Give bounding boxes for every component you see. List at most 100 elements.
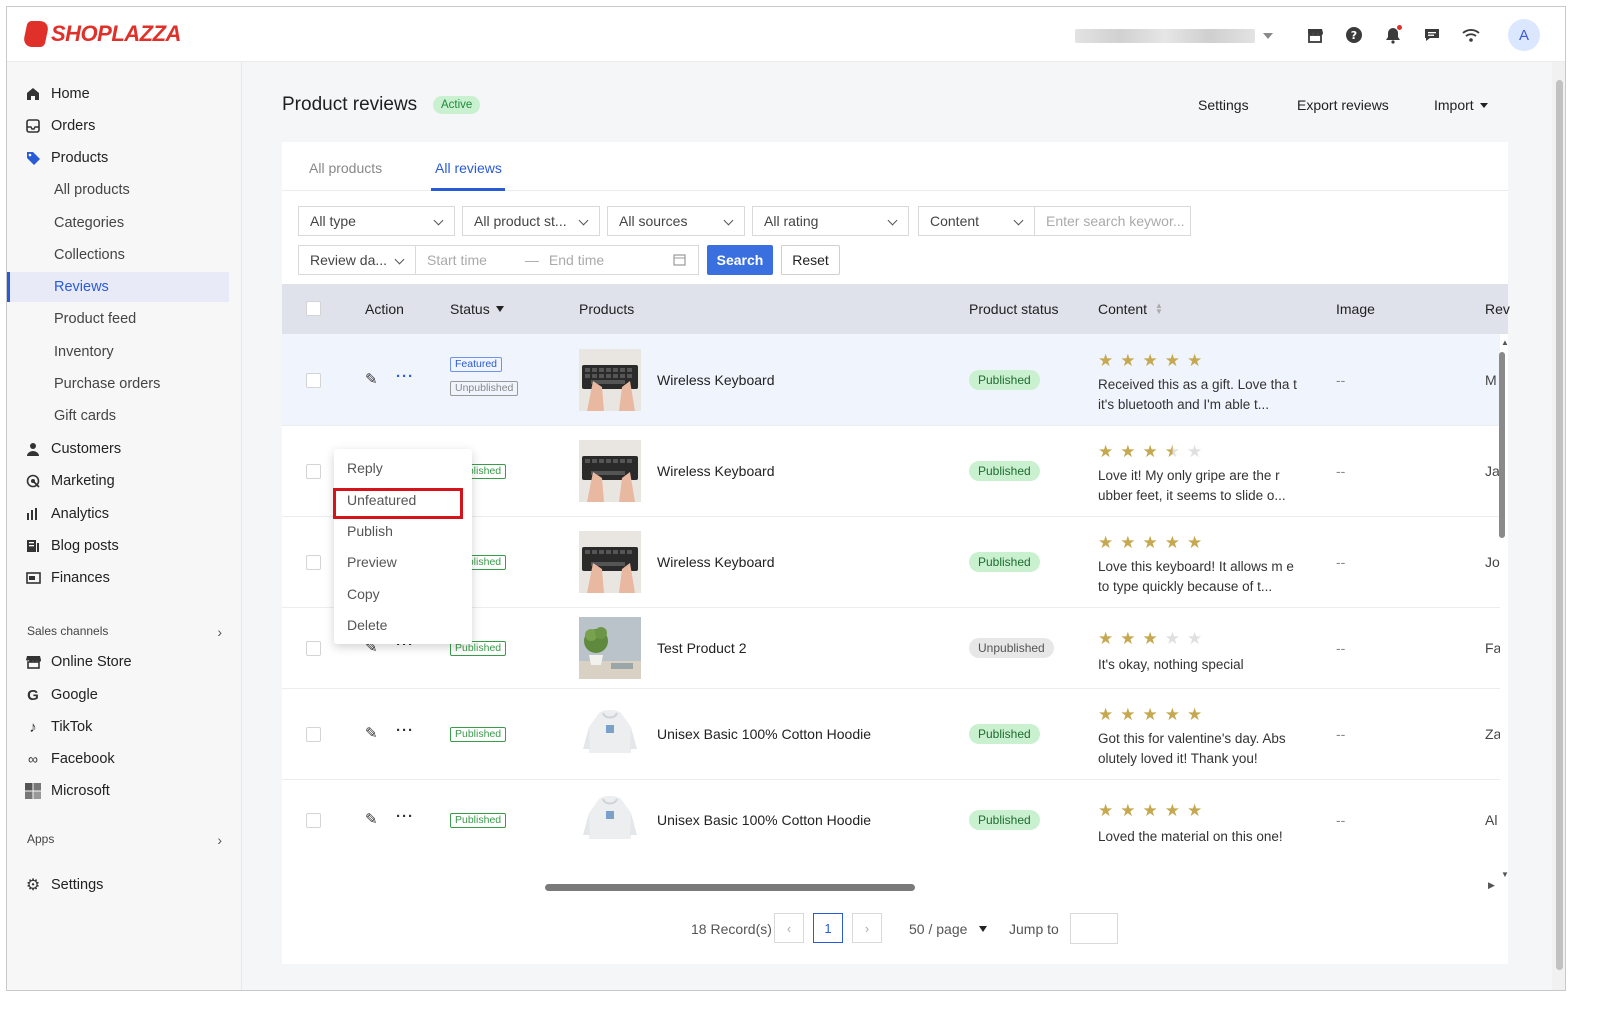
start-time-input[interactable]: Start time: [427, 252, 487, 268]
sidebar-item-products[interactable]: Products: [7, 143, 229, 173]
rating-filter[interactable]: All rating: [752, 206, 909, 236]
sidebar-item-label: Facebook: [51, 751, 115, 767]
menu-item-preview[interactable]: Preview: [347, 554, 397, 570]
menu-item-copy[interactable]: Copy: [347, 586, 380, 602]
product-name[interactable]: Wireless Keyboard: [657, 554, 775, 570]
sidebar-item-categories[interactable]: Categories: [7, 208, 229, 238]
row-checkbox[interactable]: [306, 727, 321, 742]
page-title: Product reviews: [282, 94, 418, 115]
product-status-badge: Published: [969, 810, 1040, 830]
product-status-filter[interactable]: All product st...: [462, 206, 600, 236]
sidebar-item-all-products[interactable]: All products: [7, 175, 229, 205]
end-time-input[interactable]: End time: [549, 252, 604, 268]
page-scrollbar[interactable]: [1552, 62, 1565, 990]
sales-channels-header[interactable]: Sales channels ›: [27, 624, 222, 640]
page-size-select[interactable]: 50 / page: [909, 921, 988, 937]
sources-filter[interactable]: All sources: [607, 206, 745, 236]
settings-button[interactable]: Settings: [1198, 97, 1249, 113]
sidebar-item-blog-posts[interactable]: Blog posts: [7, 531, 229, 561]
sidebar-item-online-store[interactable]: Online Store: [7, 647, 229, 677]
sidebar-item-customers[interactable]: Customers: [7, 434, 229, 464]
import-button[interactable]: Import: [1434, 97, 1488, 113]
product-name[interactable]: Unisex Basic 100% Cotton Hoodie: [657, 726, 871, 742]
review-date-value: Review da...: [310, 252, 388, 268]
sidebar-item-analytics[interactable]: Analytics: [7, 499, 229, 529]
scroll-up-arrow-icon[interactable]: ▲: [1501, 338, 1509, 347]
row-checkbox[interactable]: [306, 641, 321, 656]
import-label: Import: [1434, 97, 1474, 113]
sidebar-item-inventory[interactable]: Inventory: [7, 337, 229, 367]
menu-item-publish[interactable]: Publish: [347, 523, 393, 539]
sidebar-item-microsoft[interactable]: Microsoft: [7, 776, 229, 806]
store-icon[interactable]: [1303, 23, 1327, 47]
sidebar-item-collections[interactable]: Collections: [7, 240, 229, 270]
export-reviews-button[interactable]: Export reviews: [1297, 97, 1389, 113]
sidebar-item-orders[interactable]: Orders: [7, 111, 229, 141]
help-icon[interactable]: ?: [1342, 23, 1366, 47]
sidebar-item-finances[interactable]: Finances: [7, 563, 229, 593]
sidebar-item-label: Home: [51, 86, 90, 102]
column-content[interactable]: Content ▲ ▼: [1098, 301, 1163, 317]
edit-pencil-icon[interactable]: ✎: [365, 810, 378, 828]
more-actions-icon[interactable]: ···: [396, 808, 414, 825]
select-all-checkbox[interactable]: [306, 301, 321, 316]
sidebar-item-reviews[interactable]: Reviews: [7, 272, 229, 302]
vertical-scrollbar[interactable]: [1499, 352, 1505, 538]
chat-icon[interactable]: [1420, 23, 1444, 47]
sidebar-item-marketing[interactable]: Marketing: [7, 466, 229, 496]
column-status[interactable]: Status: [450, 301, 504, 317]
row-checkbox[interactable]: [306, 555, 321, 570]
scroll-right-arrow-icon[interactable]: ▶: [1488, 880, 1495, 891]
more-actions-icon[interactable]: ···: [396, 722, 414, 739]
product-name[interactable]: Test Product 2: [657, 640, 747, 656]
sidebar-item-home[interactable]: Home: [7, 79, 229, 109]
sidebar-item-tiktok[interactable]: ♪ TikTok: [7, 712, 229, 742]
tab-all-products[interactable]: All products: [309, 160, 382, 176]
bell-icon[interactable]: [1381, 23, 1405, 47]
row-checkbox[interactable]: [306, 464, 321, 479]
column-content-label: Content: [1098, 301, 1148, 317]
product-name[interactable]: Wireless Keyboard: [657, 463, 775, 479]
shoplazza-logo[interactable]: SHOPLAZZA: [22, 21, 181, 47]
reset-button[interactable]: Reset: [781, 245, 840, 275]
scroll-down-arrow-icon[interactable]: ▼: [1501, 870, 1509, 879]
table-row: ✎ ··· Published Unisex Basic 100% Cotton…: [282, 780, 1500, 861]
search-input[interactable]: Enter search keywor...: [1034, 206, 1191, 236]
page-scrollbar-thumb[interactable]: [1556, 80, 1563, 970]
menu-item-reply[interactable]: Reply: [347, 460, 383, 476]
review-date-select[interactable]: Review da...: [298, 245, 416, 275]
row-checkbox[interactable]: [306, 373, 321, 388]
content-field-select[interactable]: Content: [918, 206, 1035, 236]
tab-all-reviews[interactable]: All reviews: [435, 160, 502, 176]
edit-pencil-icon[interactable]: ✎: [365, 724, 378, 742]
logo-mark-icon: [22, 21, 50, 47]
next-page-button[interactable]: ›: [852, 913, 882, 943]
apps-header[interactable]: Apps ›: [27, 832, 222, 848]
sidebar-item-settings[interactable]: ⚙ Settings: [7, 870, 229, 900]
date-range-picker[interactable]: Start time — End time: [415, 245, 699, 275]
wifi-icon[interactable]: [1459, 23, 1483, 47]
horizontal-scrollbar[interactable]: [545, 884, 915, 891]
edit-pencil-icon[interactable]: ✎: [365, 370, 378, 388]
row-checkbox[interactable]: [306, 813, 321, 828]
prev-page-button[interactable]: ‹: [774, 913, 804, 943]
page-number-button[interactable]: 1: [813, 913, 843, 943]
chevron-down-icon: [723, 215, 734, 226]
sidebar-item-facebook[interactable]: ∞ Facebook: [7, 744, 229, 774]
type-filter[interactable]: All type: [298, 206, 455, 236]
sidebar-item-product-feed[interactable]: Product feed: [7, 304, 229, 334]
product-name[interactable]: Wireless Keyboard: [657, 372, 775, 388]
avatar[interactable]: A: [1508, 19, 1540, 51]
search-button[interactable]: Search: [707, 245, 773, 275]
sidebar-item-purchase-orders[interactable]: Purchase orders: [7, 369, 229, 399]
sidebar-item-google[interactable]: G Google: [7, 680, 229, 710]
menu-item-delete[interactable]: Delete: [347, 617, 387, 633]
store-selector[interactable]: [1075, 29, 1273, 43]
jump-to-input[interactable]: [1070, 913, 1118, 944]
more-actions-icon[interactable]: ···: [396, 368, 414, 385]
rating-stars: ★ ★ ★ ★ ★: [1098, 351, 1203, 370]
product-name[interactable]: Unisex Basic 100% Cotton Hoodie: [657, 812, 871, 828]
sidebar-item-gift-cards[interactable]: Gift cards: [7, 401, 229, 431]
product-status-badge: Published: [969, 552, 1040, 572]
reviews-card: All products All reviews All type All pr…: [282, 142, 1510, 964]
